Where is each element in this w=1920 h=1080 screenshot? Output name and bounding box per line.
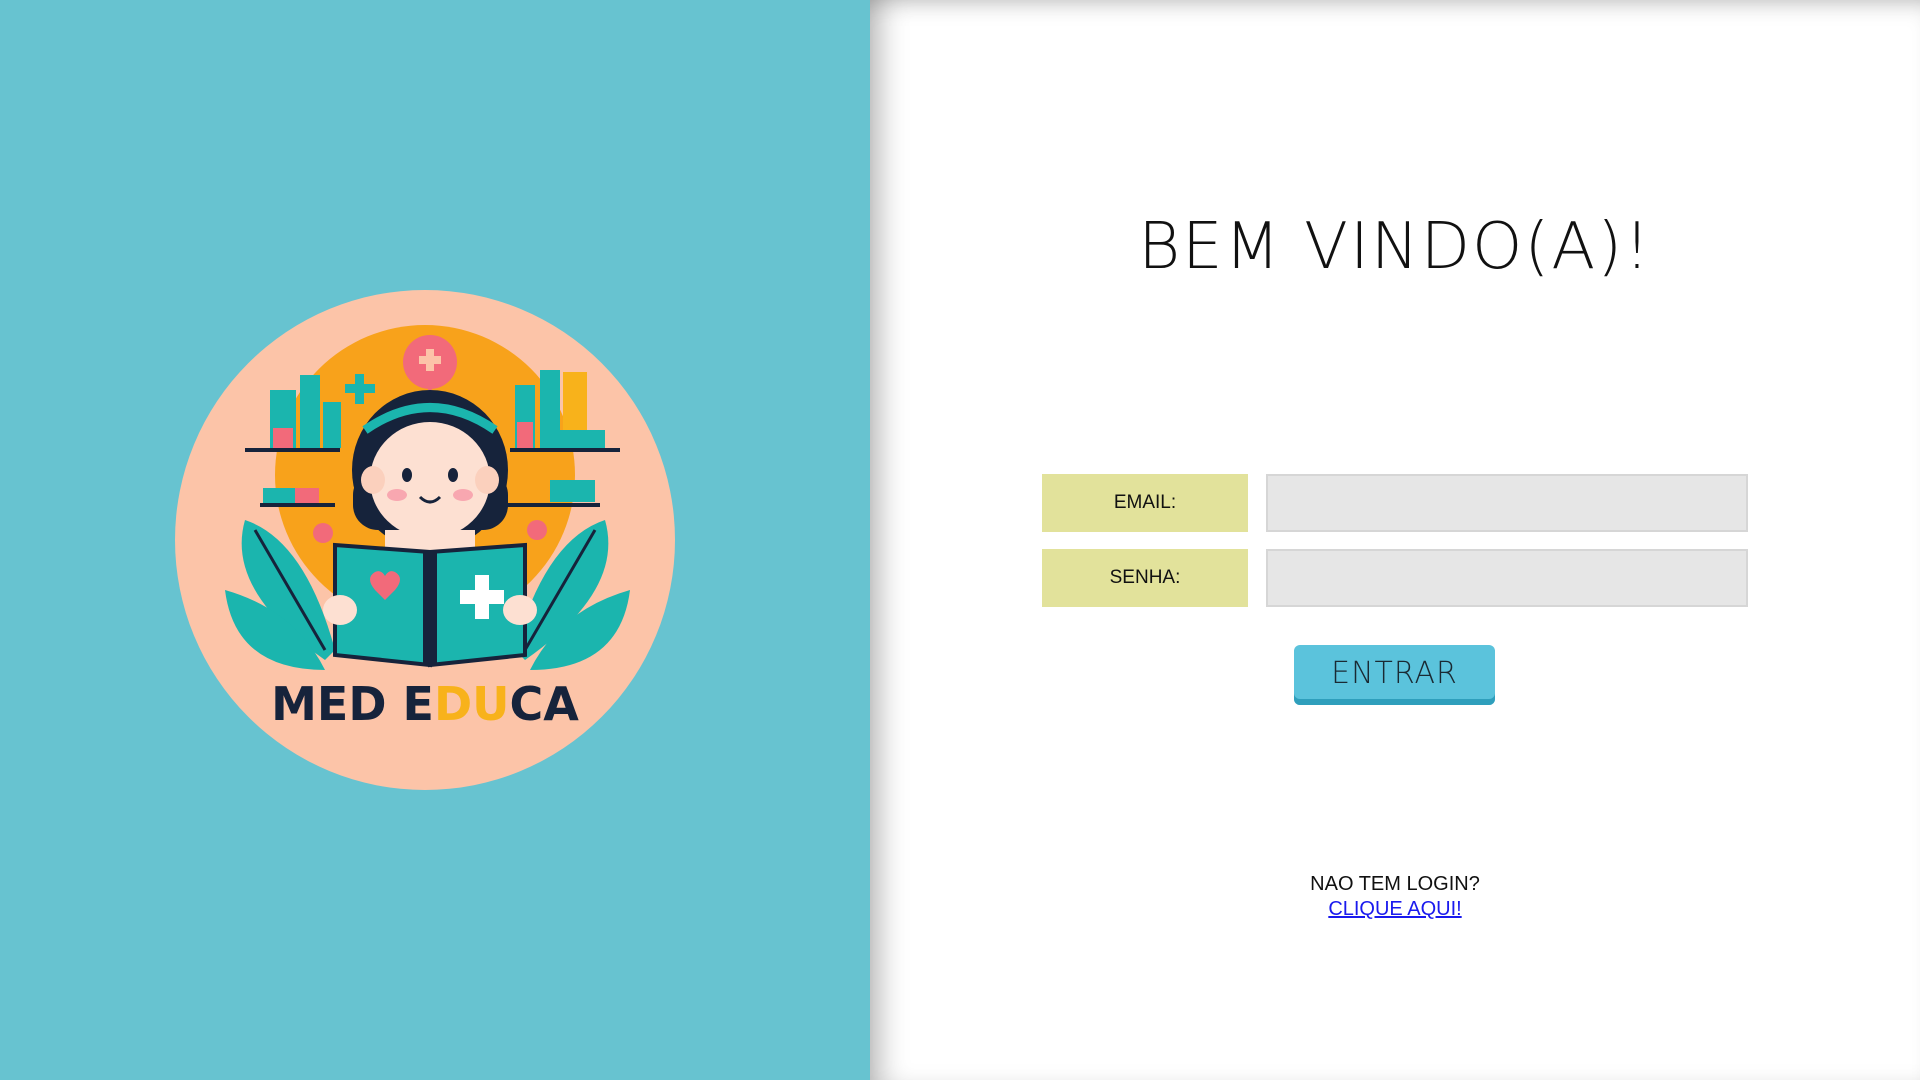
email-field[interactable] <box>1266 474 1748 532</box>
logo-text-3: CA <box>510 677 580 731</box>
register-block: NAO TEM LOGIN? CLIQUE AQUI! <box>870 872 1920 922</box>
svg-text:MED EDUCA: MED EDUCA <box>271 677 579 731</box>
logo-text-2: DU <box>434 677 510 731</box>
password-field[interactable] <box>1266 549 1748 607</box>
email-label: EMAIL: <box>1042 474 1248 532</box>
logo-illustration-icon: MED EDUCA <box>175 290 675 790</box>
page-title: BEM VINDO(A)! <box>1138 210 1652 284</box>
med-educa-logo: MED EDUCA <box>175 290 675 790</box>
logo-text-1: MED E <box>271 677 434 731</box>
register-prompt: NAO TEM LOGIN? <box>1310 873 1480 895</box>
login-button[interactable]: ENTRAR <box>1294 645 1495 705</box>
brand-panel: MED EDUCA <box>0 0 870 1080</box>
register-link[interactable]: CLIQUE AQUI! <box>1328 898 1461 920</box>
password-label: SENHA: <box>1042 549 1248 607</box>
